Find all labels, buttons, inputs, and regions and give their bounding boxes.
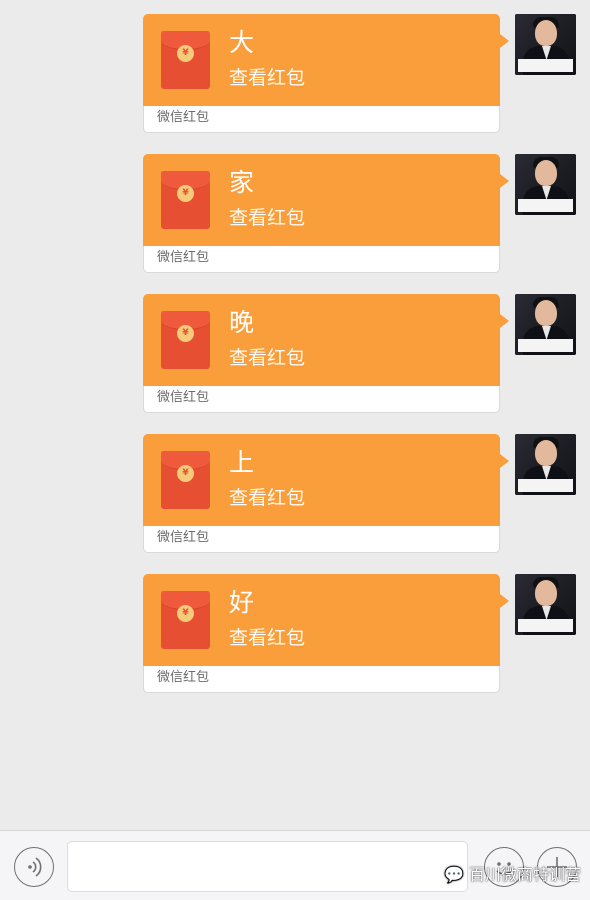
red-packet-top: ¥ 大 查看红包 <box>143 14 509 106</box>
red-envelope-icon: ¥ <box>161 311 210 369</box>
red-packet-action-label: 查看红包 <box>229 627 306 649</box>
bubble-tail <box>500 34 509 48</box>
red-envelope-icon: ¥ <box>161 591 210 649</box>
red-envelope-icon: ¥ <box>161 451 210 509</box>
voice-button[interactable] <box>14 847 54 887</box>
red-packet-greeting: 上 <box>229 448 255 477</box>
red-packet-action-label: 查看红包 <box>229 207 306 229</box>
avatar-face <box>535 440 557 466</box>
bubble-tail <box>500 594 509 608</box>
avatar[interactable] <box>515 154 576 215</box>
avatar[interactable] <box>515 574 576 635</box>
red-envelope-icon: ¥ <box>161 31 210 89</box>
red-packet-card[interactable]: ¥ 晚 查看红包 微信红包 <box>143 294 509 413</box>
red-packet-top: ¥ 晚 查看红包 <box>143 294 509 386</box>
message-row: ¥ 好 查看红包 微信红包 <box>0 574 590 694</box>
red-packet-greeting: 晚 <box>229 308 255 337</box>
bubble-tail <box>500 174 509 188</box>
red-packet-footer: 微信红包 <box>157 390 210 405</box>
avatar-face <box>535 580 557 606</box>
watermark-logo-icon: 💬 <box>444 865 464 884</box>
avatar-face <box>535 20 557 46</box>
avatar-name-card <box>518 199 573 212</box>
input-bar: 💬 百川微商特训营 <box>0 830 590 900</box>
message-row: ¥ 家 查看红包 微信红包 <box>0 154 590 274</box>
red-packet-greeting: 大 <box>229 28 255 57</box>
red-packet-top: ¥ 好 查看红包 <box>143 574 509 666</box>
message-row: ¥ 上 查看红包 微信红包 <box>0 434 590 554</box>
red-packet-greeting: 家 <box>229 168 255 197</box>
red-packet-action-label: 查看红包 <box>229 67 306 89</box>
message-row: ¥ 大 查看红包 微信红包 <box>0 14 590 134</box>
red-packet-footer: 微信红包 <box>157 110 210 125</box>
red-packet-greeting: 好 <box>229 588 255 617</box>
watermark-text: 💬 百川微商特训营 <box>444 865 581 885</box>
red-packet-card[interactable]: ¥ 大 查看红包 微信红包 <box>143 14 509 133</box>
avatar[interactable] <box>515 434 576 495</box>
red-packet-footer: 微信红包 <box>157 250 210 265</box>
avatar-face <box>535 160 557 186</box>
red-packet-footer: 微信红包 <box>157 670 210 685</box>
red-packet-action-label: 查看红包 <box>229 487 306 509</box>
avatar-name-card <box>518 339 573 352</box>
red-packet-card[interactable]: ¥ 家 查看红包 微信红包 <box>143 154 509 273</box>
envelope-seal: ¥ <box>177 45 194 62</box>
envelope-seal: ¥ <box>177 465 194 482</box>
red-packet-card[interactable]: ¥ 好 查看红包 微信红包 <box>143 574 509 693</box>
message-row: ¥ 晚 查看红包 微信红包 <box>0 294 590 414</box>
avatar[interactable] <box>515 14 576 75</box>
avatar-name-card <box>518 59 573 72</box>
red-packet-card[interactable]: ¥ 上 查看红包 微信红包 <box>143 434 509 553</box>
envelope-seal: ¥ <box>177 325 194 342</box>
red-packet-action-label: 查看红包 <box>229 347 306 369</box>
avatar-name-card <box>518 479 573 492</box>
envelope-seal: ¥ <box>177 605 194 622</box>
envelope-seal: ¥ <box>177 185 194 202</box>
watermark-label: 百川微商特训营 <box>469 865 582 884</box>
bubble-tail <box>500 314 509 328</box>
red-packet-footer: 微信红包 <box>157 530 210 545</box>
voice-icon <box>27 856 41 877</box>
message-text-input[interactable] <box>67 841 468 892</box>
red-envelope-icon: ¥ <box>161 171 210 229</box>
red-packet-top: ¥ 上 查看红包 <box>143 434 509 526</box>
avatar[interactable] <box>515 294 576 355</box>
avatar-face <box>535 300 557 326</box>
red-packet-top: ¥ 家 查看红包 <box>143 154 509 246</box>
bubble-tail <box>500 454 509 468</box>
chat-area: ¥ 大 查看红包 微信红包 ¥ 家 查看红包 微信红包 ¥ 晚 查看红包 微信红… <box>0 0 590 830</box>
avatar-name-card <box>518 619 573 632</box>
